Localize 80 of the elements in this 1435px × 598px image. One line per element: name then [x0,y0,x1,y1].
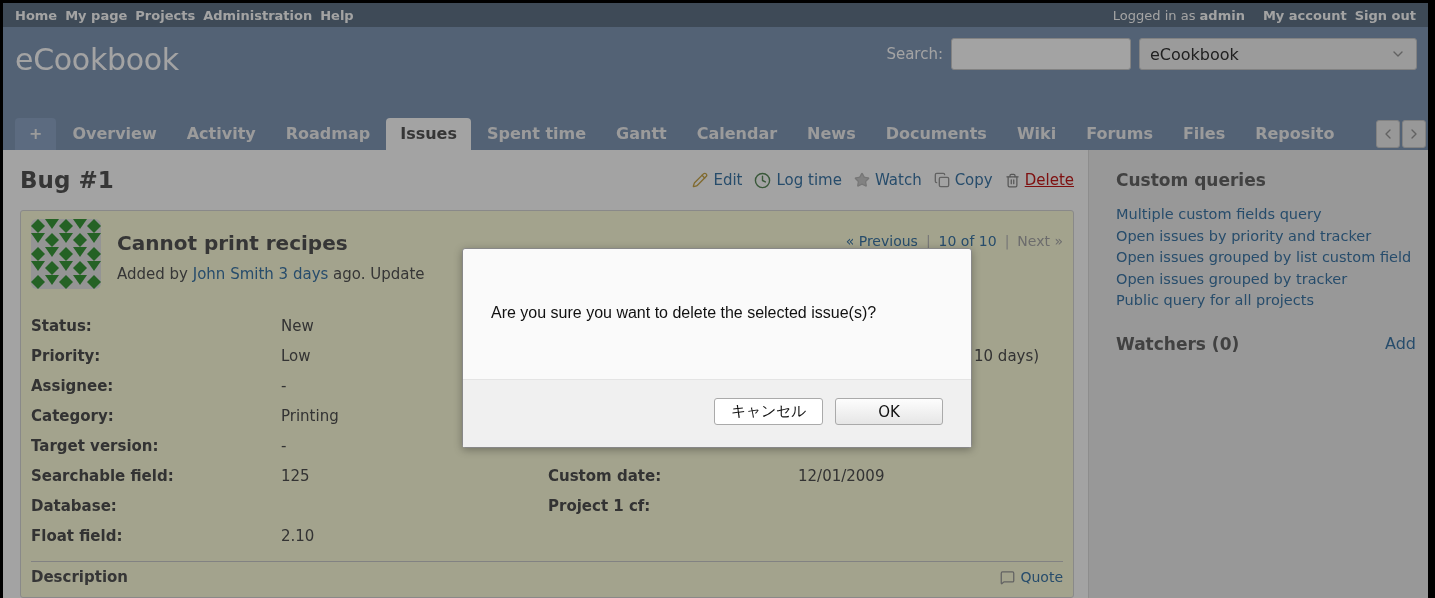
attribute-value: - [281,437,288,455]
top-menu-link[interactable]: Home [15,7,58,23]
top-menu-link[interactable]: Projects [135,7,196,23]
description-heading: Description [31,568,129,586]
attribute-label: Assignee: [31,377,115,395]
issue-action-link[interactable]: Delete [1004,171,1074,189]
copy-icon [933,172,950,188]
attribute-label: Database: [31,497,118,515]
attribute-value: 2.10 [281,527,316,545]
attribute-value: 10 days) [973,347,1041,365]
previous-link[interactable]: « Previous [845,233,918,249]
byline-link[interactable]: John Smith [192,265,274,283]
ok-button[interactable]: OK [835,398,943,425]
project-tab[interactable]: Documents [871,118,1001,150]
scroll-right-button[interactable] [1402,120,1426,148]
top-menu-link[interactable]: Administration [203,7,313,23]
project-tab[interactable]: Gantt [602,118,681,150]
search-field[interactable] [951,38,1131,70]
query-link[interactable]: Open issues by priority and tracker [1116,225,1416,247]
new-item-tab[interactable]: + [15,118,57,150]
scroll-left-button[interactable] [1376,120,1400,148]
add-watcher-link[interactable]: Add [1385,334,1416,353]
issue-action-link[interactable]: Copy [933,171,993,189]
quote-link[interactable]: Quote [1000,569,1063,585]
watchers-heading: Watchers (0) [1116,333,1240,354]
attribute-value: Printing [281,407,340,425]
position-link[interactable]: 10 of 10 [938,233,997,249]
query-link[interactable]: Open issues grouped by tracker [1116,268,1416,290]
query-link[interactable]: Multiple custom fields query [1116,204,1416,226]
issue-action-link[interactable]: Edit [692,171,743,189]
star-icon [853,172,870,188]
attribute-label: Status: [31,317,93,335]
project-tab[interactable]: Files [1168,118,1240,150]
dialog-message: Are you sure you want to delete the selected issue(s)? [491,304,877,322]
issue-subject: Cannot print recipes [117,231,349,255]
attribute-value: 125 [281,467,311,485]
project-title: eCookbook [15,42,179,77]
avatar-pattern-icon [31,219,101,289]
byline-link[interactable]: 3 days [278,265,329,283]
attribute-label: Target version: [31,437,160,455]
top-menu-link[interactable]: My page [65,7,128,23]
attribute-label: Custom date: [548,467,663,485]
cancel-button[interactable]: キャンセル [714,398,823,425]
attribute-label: Float field: [31,527,124,545]
project-tab[interactable]: Roadmap [271,118,385,150]
clock-icon [754,171,772,189]
attribute-label: Searchable field: [31,467,175,485]
attribute-value: 12/01/2009 [798,467,886,485]
project-tab[interactable]: Issues [386,118,471,150]
pencil-icon [692,172,709,188]
project-tab[interactable]: Overview [58,118,171,150]
search-label: Search: [886,45,943,63]
issue-byline: Added by John Smith 3 days ago. Update [117,265,425,283]
project-tab[interactable]: News [793,118,870,150]
pager-separator: | [1004,233,1010,249]
project-tab[interactable]: Wiki [1002,118,1071,150]
query-link[interactable]: Public query for all projects [1116,290,1416,312]
attribute-value: Low [281,347,312,365]
issue-action-link[interactable]: Log time [754,171,842,189]
issue-action-link[interactable]: Watch [853,171,922,189]
top-menu-link[interactable]: Help [320,7,354,23]
attribute-label: Priority: [31,347,102,365]
project-tab[interactable]: Activity [172,118,270,150]
trash-icon [1004,172,1020,188]
attribute-value: - [281,377,288,395]
project-tab[interactable]: Forums [1072,118,1167,150]
attribute-label: Project 1 cf: [548,497,652,515]
issue-heading: Bug #1 [20,167,114,193]
sidebar-heading: Custom queries [1116,170,1267,190]
project-tab[interactable]: Calendar [682,118,792,150]
project-select[interactable]: eCookbook [1139,38,1417,70]
project-tab[interactable]: Reposito [1241,118,1349,150]
project-tab[interactable]: Spent time [473,118,601,150]
attribute-value: New [281,317,315,335]
logged-in-text: Logged in as admin [1112,7,1245,23]
speech-bubble-icon [1000,569,1016,585]
account-link[interactable]: Sign out [1354,7,1416,23]
account-link[interactable]: My account [1262,7,1347,23]
query-link[interactable]: Open issues grouped by list custom field [1116,247,1416,269]
attribute-label: Category: [31,407,115,425]
